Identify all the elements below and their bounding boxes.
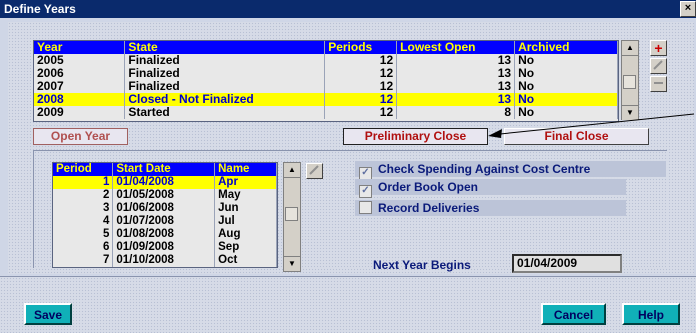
period-cell: 7 (53, 254, 114, 267)
list-item[interactable]: 3 01/06/2008 Jun (53, 202, 277, 215)
lowest-open-cell: 13 (396, 54, 516, 67)
scroll-up-icon[interactable]: ▲ (622, 41, 638, 56)
open-year-button[interactable]: Open Year (33, 128, 128, 145)
name-cell: May (214, 189, 277, 202)
name-cell: Apr (214, 176, 277, 189)
list-item[interactable]: 2 01/05/2008 May (53, 189, 277, 202)
start-date-cell: 01/09/2008 (112, 241, 216, 254)
annotation-arrow-icon (488, 113, 695, 138)
save-button[interactable]: Save (24, 303, 72, 325)
period-cell: 5 (53, 228, 114, 241)
remove-year-button[interactable] (650, 76, 667, 92)
year-cell: 2009 (34, 106, 126, 119)
periods-table-header: Period Start Date Name (53, 163, 277, 176)
plus-icon: + (654, 40, 663, 56)
help-button[interactable]: Help (622, 303, 680, 325)
next-year-label: Next Year Begins (373, 258, 471, 272)
scroll-down-icon[interactable]: ▼ (284, 256, 300, 271)
period-cell: 6 (53, 241, 114, 254)
edit-icon (309, 165, 319, 175)
list-item[interactable]: 6 01/09/2008 Sep (53, 241, 277, 254)
col-name[interactable]: Name (214, 163, 277, 176)
name-cell: Jul (214, 215, 277, 228)
next-year-field[interactable]: 01/04/2009 (512, 254, 622, 273)
order-book-open-label: Order Book Open (378, 180, 479, 194)
checkbox-checked-icon[interactable]: ✓ (359, 185, 372, 198)
periods-cell: 12 (324, 106, 398, 119)
check-spending-label: Check Spending Against Cost Centre (378, 162, 591, 176)
scroll-up-icon[interactable]: ▲ (284, 163, 300, 178)
preliminary-close-button[interactable]: Preliminary Close (343, 128, 488, 145)
window-title: Define Years (4, 2, 76, 16)
cancel-button[interactable]: Cancel (541, 303, 606, 325)
edit-year-button[interactable] (650, 58, 667, 74)
name-cell: Sep (214, 241, 277, 254)
record-deliveries-option[interactable]: Record Deliveries (355, 200, 626, 216)
col-lowest-open[interactable]: Lowest Open (396, 41, 516, 54)
years-scrollbar[interactable]: ▲ ▼ (621, 40, 639, 120)
title-bar: Define Years × (0, 0, 696, 18)
scroll-thumb[interactable] (623, 75, 636, 89)
edit-icon (653, 60, 663, 70)
name-cell: Jun (214, 202, 277, 215)
period-cell: 3 (53, 202, 114, 215)
period-cell: 2 (53, 189, 114, 202)
list-item-selected[interactable]: 1 01/04/2008 Apr (53, 176, 277, 189)
order-book-open-option[interactable]: ✓ Order Book Open (355, 179, 626, 198)
col-period[interactable]: Period (53, 163, 114, 176)
add-year-button[interactable]: + (650, 40, 667, 56)
start-date-cell: 01/06/2008 (112, 202, 216, 215)
lowest-open-cell: 13 (396, 93, 516, 106)
period-cell: 1 (53, 176, 114, 189)
periods-table: Period Start Date Name 1 01/04/2008 Apr … (52, 162, 278, 268)
check-spending-option[interactable]: ✓ Check Spending Against Cost Centre (355, 161, 666, 180)
list-item[interactable]: 4 01/07/2008 Jul (53, 215, 277, 228)
start-date-cell: 01/05/2008 (112, 189, 216, 202)
lowest-open-cell: 13 (396, 80, 516, 93)
name-cell: Aug (214, 228, 277, 241)
checkbox-unchecked-icon[interactable] (359, 201, 372, 214)
name-cell: Oct (214, 254, 277, 267)
record-deliveries-label: Record Deliveries (378, 201, 480, 215)
col-start-date[interactable]: Start Date (112, 163, 216, 176)
periods-scrollbar[interactable]: ▲ ▼ (283, 162, 301, 272)
define-years-window: Define Years × Year State Periods Lowest… (0, 0, 696, 333)
lowest-open-cell: 13 (396, 67, 516, 80)
start-date-cell: 01/07/2008 (112, 215, 216, 228)
list-item[interactable]: 7 01/10/2008 Oct (53, 254, 277, 267)
period-cell: 4 (53, 215, 114, 228)
start-date-cell: 01/08/2008 (112, 228, 216, 241)
start-date-cell: 01/04/2008 (112, 176, 216, 189)
state-cell: Started (124, 106, 326, 119)
years-table: Year State Periods Lowest Open Archived … (33, 40, 619, 122)
scroll-thumb[interactable] (285, 207, 298, 221)
minus-icon (654, 82, 663, 84)
close-button[interactable]: × (680, 1, 696, 17)
start-date-cell: 01/10/2008 (112, 254, 216, 267)
edit-period-button[interactable] (306, 163, 323, 179)
list-item[interactable]: 5 01/08/2008 Aug (53, 228, 277, 241)
